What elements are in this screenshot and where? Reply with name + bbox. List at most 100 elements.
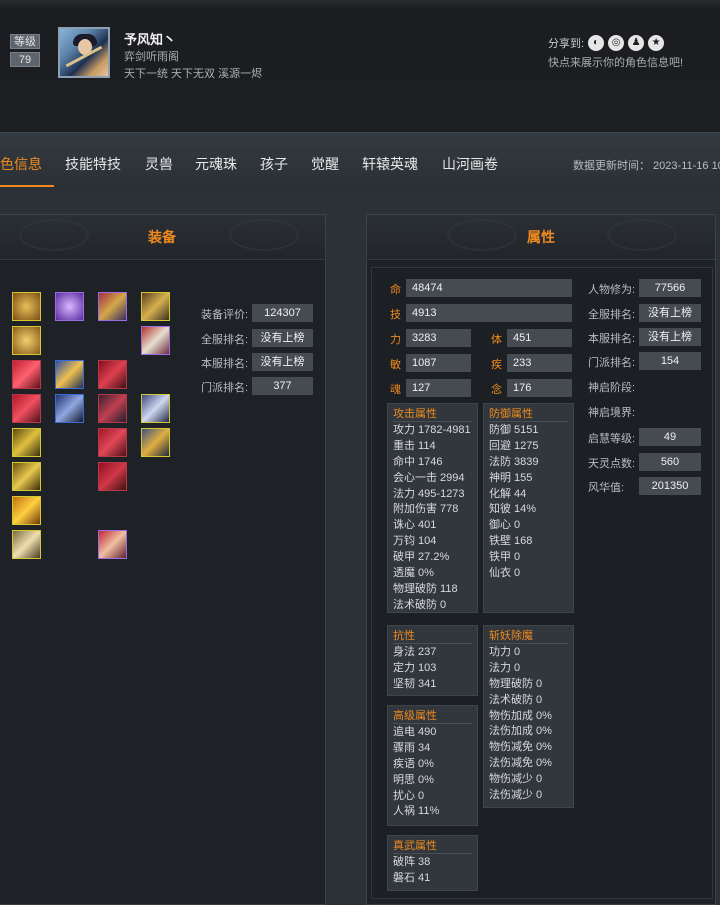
defense-attributes-box: 防御属性 防御 5151 回避 1275 法防 3839 神明 155 化解 4…: [483, 403, 574, 613]
attr-con-value: 451: [507, 329, 572, 347]
equipment-slot-charm[interactable]: [141, 292, 170, 321]
equipment-slot-helmet[interactable]: [98, 360, 127, 389]
equipment-slot-staff[interactable]: [141, 428, 170, 457]
equipment-slot-shoulder[interactable]: [12, 394, 41, 423]
wechat-icon[interactable]: ◐: [588, 35, 605, 51]
equipment-slot-bracer[interactable]: [12, 428, 41, 457]
equipment-slot-armor[interactable]: [98, 394, 127, 423]
equipment-slot-pants[interactable]: [98, 428, 127, 457]
defense-stat: 防御 5151: [489, 424, 539, 436]
advanced-stat: 人祸 11%: [393, 805, 440, 818]
demon-slaying-stat: 法伤减免 0%: [489, 757, 552, 770]
spirit-points-label: 天灵点数:: [588, 458, 636, 470]
attr-hp-label: 命: [390, 284, 401, 296]
attr-server-rank-value: 没有上榜: [639, 328, 701, 346]
equipment-slot-orb[interactable]: [55, 292, 84, 321]
spacer: [0, 80, 720, 132]
advanced-attributes-box: 高级属性 追电 490 骤雨 34 疾语 0% 明思 0% 扰心 0 人祸 11…: [387, 705, 478, 826]
attr-con-label: 体: [491, 334, 502, 346]
defense-stat: 神明 155: [489, 471, 533, 484]
attr-mind-value: 176: [507, 379, 572, 397]
share-label: 分享到:: [548, 38, 585, 50]
tab-landscape[interactable]: 山河画卷: [442, 154, 498, 174]
cultivation-value: 77566: [639, 279, 701, 297]
equip-score-value: 124307: [252, 304, 313, 322]
tab-bar: 色信息 技能特技 灵兽 元魂珠 孩子 觉醒 轩辕英魂 山河画卷 数据更新时间： …: [0, 132, 720, 190]
tab-spirit-beast[interactable]: 灵兽: [145, 154, 173, 174]
weibo-icon[interactable]: ◎: [608, 35, 625, 51]
attr-skill-label: 技: [390, 309, 401, 321]
demon-slaying-stat: 物伤加成 0%: [489, 709, 552, 722]
demon-slaying-stat: 物理破防 0: [489, 677, 543, 690]
tab-skills[interactable]: 技能特技: [65, 154, 121, 174]
tab-children[interactable]: 孩子: [260, 154, 288, 174]
tab-soul-orb[interactable]: 元魂珠: [195, 154, 237, 174]
equipment-slot-boots[interactable]: [98, 462, 127, 491]
demon-slaying-stat: 物伤减少 0: [489, 773, 543, 786]
attr-agi-value: 1087: [406, 354, 471, 372]
cultivation-label: 人物修为:: [588, 284, 636, 296]
resistance-title: 抗性: [393, 628, 472, 644]
demon-slaying-box: 斩妖除魔 功力 0 法力 0 物理破防 0 法术破防 0 物伤加成 0% 法伤加…: [483, 625, 574, 808]
resistance-stat: 定力 103: [393, 661, 437, 674]
equipment-slot-necklace[interactable]: [12, 292, 41, 321]
equipment-slot-blade[interactable]: [141, 394, 170, 423]
attack-stat: 法力 495-1273: [393, 487, 465, 500]
qq-icon[interactable]: ♟: [628, 35, 645, 51]
attr-all-rank-value: 没有上榜: [639, 304, 701, 322]
resistance-stat: 身法 237: [393, 646, 437, 658]
attributes-panel-header: 属性: [367, 215, 715, 260]
equipment-slot-glove[interactable]: [12, 462, 41, 491]
attack-stat: 攻力 1782-4981: [393, 424, 471, 436]
equipment-slot-accessory[interactable]: [141, 326, 170, 355]
attr-agi-label: 敏: [390, 359, 401, 371]
attack-stat: 破甲 27.2%: [393, 551, 450, 564]
level-label: 等级: [10, 34, 40, 49]
level-value: 79: [10, 52, 40, 67]
attack-stat: 法术破防 0: [393, 598, 447, 611]
content-area: 装备 装备评价: 124307 全服排名: 没有上榜 本服排名: 没有上榜 门派…: [0, 190, 720, 905]
demon-slaying-stat: 功力 0: [489, 646, 521, 658]
wisdom-level-label: 启慧等级:: [588, 433, 636, 445]
demon-slaying-stat: 法伤加成 0%: [489, 725, 552, 738]
attack-stat: 万钧 104: [393, 535, 437, 548]
equip-score-label: 装备评价:: [201, 309, 249, 321]
attack-stat: 诛心 401: [393, 519, 437, 532]
tab-awakening[interactable]: 觉醒: [311, 154, 339, 174]
avatar[interactable]: [58, 27, 110, 78]
defense-stat: 回避 1275: [489, 439, 539, 452]
defense-stat: 铁壁 168: [489, 535, 533, 548]
equipment-slot-fashion[interactable]: [98, 530, 127, 559]
defense-stat: 铁甲 0: [489, 551, 521, 564]
attr-faction-rank-value: 154: [639, 352, 701, 370]
tab-xuanyuan[interactable]: 轩辕英魂: [362, 154, 418, 174]
equipment-slot-seal[interactable]: [12, 530, 41, 559]
demon-slaying-stat: 物伤减免 0%: [489, 741, 552, 754]
equipment-slot-gem[interactable]: [55, 360, 84, 389]
attr-spd-value: 233: [507, 354, 572, 372]
demon-slaying-title: 斩妖除魔: [489, 628, 568, 644]
attr-spd-label: 疾: [491, 359, 502, 371]
equipment-slot-ornament[interactable]: [98, 292, 127, 321]
equipment-slot-talisman[interactable]: [12, 496, 41, 525]
equipment-slot-weapon[interactable]: [55, 394, 84, 423]
defense-stat: 知彼 14%: [489, 503, 537, 516]
attr-soul-value: 127: [406, 379, 471, 397]
attack-stat: 会心一击 2994: [393, 471, 465, 484]
attack-stat: 透魔 0%: [393, 567, 434, 580]
attr-skill-value: 4913: [406, 304, 572, 322]
divine-realm-label: 神启境界:: [588, 407, 636, 419]
attr-server-rank-label: 本服排名:: [588, 333, 636, 345]
elegance-value: 201350: [639, 477, 701, 495]
tab-character-info[interactable]: 色信息: [0, 154, 42, 174]
update-time: 数据更新时间： 2023-11-16 10:: [573, 160, 720, 172]
attributes-title: 属性: [527, 229, 555, 245]
equipment-slot-belt[interactable]: [12, 360, 41, 389]
attack-attributes-box: 攻击属性 攻力 1782-4981 重击 114 命中 1746 会心一击 29…: [387, 403, 478, 613]
martial-attributes-box: 真武属性 破阵 38 磐石 41: [387, 835, 478, 891]
star-icon[interactable]: ★: [648, 35, 665, 51]
attr-str-value: 3283: [406, 329, 471, 347]
advanced-attributes-title: 高级属性: [393, 708, 472, 724]
defense-stat: 化解 44: [489, 487, 527, 500]
equipment-slot-ring[interactable]: [12, 326, 41, 355]
